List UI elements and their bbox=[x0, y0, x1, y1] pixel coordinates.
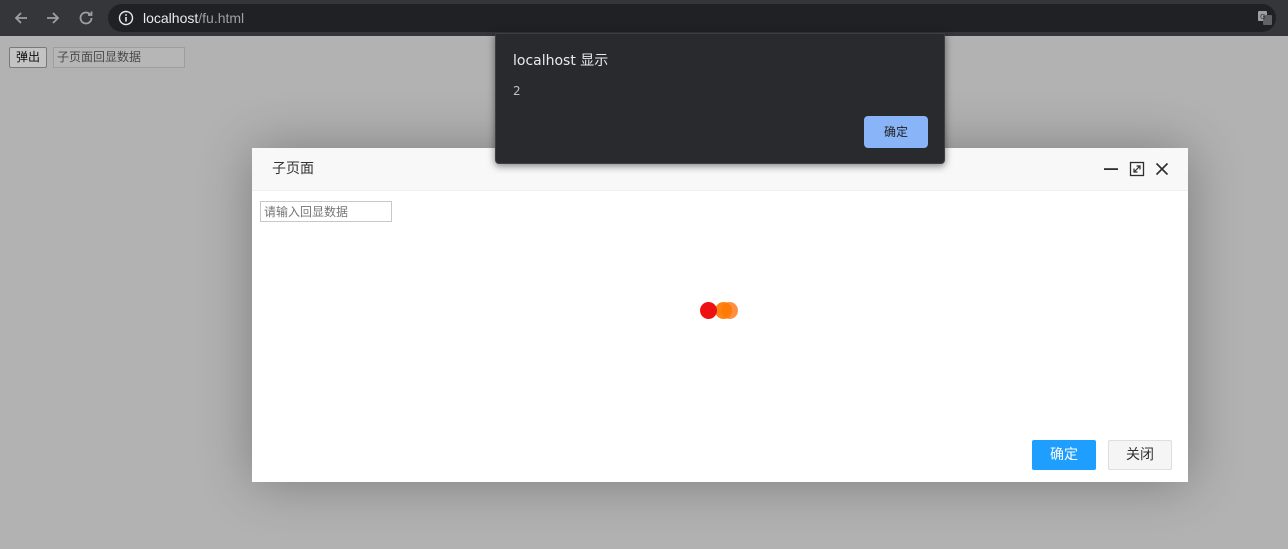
close-icon[interactable] bbox=[1154, 161, 1170, 177]
loading-dot bbox=[700, 302, 717, 319]
loading-spinner bbox=[700, 302, 740, 322]
url-path: /fu.html bbox=[198, 10, 245, 26]
parent-echo-input[interactable]: 子页面回显数据 bbox=[53, 47, 185, 68]
open-popup-button[interactable]: 弹出 bbox=[9, 47, 48, 68]
reload-icon[interactable] bbox=[76, 8, 96, 28]
address-bar[interactable]: localhost/fu.html G bbox=[108, 4, 1276, 32]
alert-title: localhost 显示 bbox=[513, 53, 609, 69]
child-page-dialog: 子页面 确定 关闭 bbox=[252, 148, 1188, 482]
confirm-button[interactable]: 确定 bbox=[1032, 440, 1096, 470]
loading-dot bbox=[715, 302, 732, 319]
maximize-icon[interactable] bbox=[1129, 161, 1145, 177]
alert-ok-button[interactable]: 确定 bbox=[864, 116, 928, 148]
url-host: localhost bbox=[143, 10, 199, 26]
forward-icon[interactable] bbox=[43, 8, 63, 28]
svg-text:G: G bbox=[1260, 13, 1265, 21]
close-button[interactable]: 关闭 bbox=[1108, 440, 1172, 470]
child-echo-input[interactable] bbox=[260, 201, 392, 222]
translate-icon[interactable]: G bbox=[1257, 10, 1273, 26]
dialog-title: 子页面 bbox=[272, 161, 314, 177]
browser-toolbar: localhost/fu.html G bbox=[0, 0, 1288, 36]
info-icon[interactable] bbox=[118, 10, 134, 26]
url-text: localhost/fu.html bbox=[143, 9, 244, 27]
alert-dialog: localhost 显示 2 确定 bbox=[495, 33, 945, 164]
minimize-icon[interactable] bbox=[1103, 161, 1119, 177]
back-icon[interactable] bbox=[11, 8, 31, 28]
alert-message: 2 bbox=[513, 84, 521, 98]
